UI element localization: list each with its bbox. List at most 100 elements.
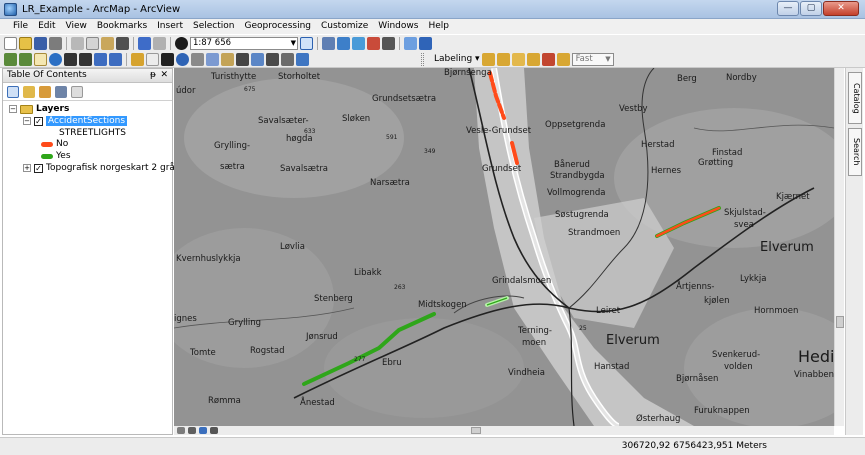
pan-hand-icon[interactable] bbox=[34, 52, 47, 66]
collapse-icon[interactable]: − bbox=[9, 105, 17, 113]
menu-customize[interactable]: Customize bbox=[316, 19, 373, 34]
toolbar-separator bbox=[133, 36, 134, 50]
python-window-icon[interactable] bbox=[382, 36, 395, 50]
menu-geoprocessing[interactable]: Geoprocessing bbox=[239, 19, 316, 34]
table-of-contents-panel: Table Of Contents ᵽ ✕ − Layers − ✓ Accid… bbox=[2, 68, 195, 435]
hyperlink-icon[interactable] bbox=[191, 52, 204, 66]
collapse-icon[interactable]: − bbox=[23, 117, 31, 125]
back-extent-icon[interactable] bbox=[94, 52, 107, 66]
chevron-down-icon[interactable]: ▼ bbox=[291, 38, 296, 49]
layer-row-accident-sections[interactable]: − ✓ AccidentSections bbox=[23, 115, 128, 127]
close-panel-icon[interactable]: ✕ bbox=[160, 69, 168, 82]
label-manager-icon[interactable] bbox=[481, 52, 495, 66]
select-features-icon[interactable] bbox=[131, 52, 144, 66]
auto-hide-pin-icon[interactable]: ᵽ bbox=[150, 69, 156, 82]
paste-icon[interactable] bbox=[101, 36, 114, 50]
html-popup-icon[interactable] bbox=[206, 52, 219, 66]
label-weight-icon[interactable] bbox=[556, 52, 570, 66]
menu-windows[interactable]: Windows bbox=[373, 19, 423, 34]
refresh-icon[interactable] bbox=[199, 427, 207, 434]
map-vertical-scrollbar[interactable] bbox=[834, 68, 844, 426]
model-builder-icon[interactable] bbox=[404, 36, 417, 50]
minimize-button[interactable]: — bbox=[777, 1, 799, 16]
maximize-button[interactable]: ▢ bbox=[800, 1, 822, 16]
map-display[interactable]: Turisthytte Storholtet údor Bjørnsenga B… bbox=[174, 68, 834, 426]
pause-labeling-icon[interactable] bbox=[511, 52, 525, 66]
toc-options-icon[interactable] bbox=[71, 85, 83, 98]
layout-view-icon[interactable] bbox=[177, 427, 185, 434]
place-label: høgda bbox=[286, 134, 313, 144]
find-binoculars-icon[interactable] bbox=[236, 52, 249, 66]
layer-name[interactable]: Topografisk norgeskart 2 gråtone bbox=[46, 163, 195, 173]
add-data-icon[interactable] bbox=[175, 36, 188, 50]
zoom-in-icon[interactable] bbox=[4, 52, 17, 66]
new-document-icon[interactable] bbox=[4, 36, 17, 50]
menu-insert[interactable]: Insert bbox=[152, 19, 188, 34]
place-label: Grindalsmoen bbox=[492, 276, 552, 286]
create-viewer-icon[interactable] bbox=[296, 52, 309, 66]
search-tab[interactable]: Search bbox=[848, 128, 862, 176]
time-slider-icon[interactable] bbox=[281, 52, 294, 66]
close-window-button[interactable]: ✕ bbox=[823, 1, 859, 16]
go-to-xy-icon[interactable] bbox=[266, 52, 279, 66]
layer-name[interactable]: AccidentSections bbox=[46, 116, 128, 126]
menu-selection[interactable]: Selection bbox=[188, 19, 239, 34]
list-by-drawing-order-icon[interactable] bbox=[7, 85, 19, 98]
identify-icon[interactable] bbox=[176, 52, 189, 66]
legend-item-no[interactable]: No bbox=[41, 138, 68, 150]
map-scale-combo[interactable]: 1:87 656 ▼ bbox=[190, 36, 298, 50]
search-window-icon[interactable] bbox=[352, 36, 365, 50]
menu-help[interactable]: Help bbox=[423, 19, 454, 34]
select-elements-arrow-icon[interactable] bbox=[161, 52, 174, 66]
list-by-source-icon[interactable] bbox=[23, 85, 35, 98]
layers-data-frame-row[interactable]: − Layers bbox=[9, 103, 69, 115]
list-by-visibility-icon[interactable] bbox=[39, 85, 51, 98]
editor-toolbar-icon[interactable] bbox=[300, 36, 313, 50]
layer-visibility-checkbox[interactable]: ✓ bbox=[34, 116, 43, 126]
lock-labels-icon[interactable] bbox=[496, 52, 510, 66]
table-of-contents-icon[interactable] bbox=[322, 36, 335, 50]
arctoolbox-icon[interactable] bbox=[367, 36, 380, 50]
catalog-window-icon[interactable] bbox=[337, 36, 350, 50]
catalog-tab[interactable]: Catalog bbox=[848, 72, 862, 124]
menu-file[interactable]: File bbox=[8, 19, 33, 34]
undo-icon[interactable] bbox=[138, 36, 151, 50]
place-label: Furuknappen bbox=[694, 406, 750, 416]
cut-icon[interactable] bbox=[71, 36, 84, 50]
labeling-menu[interactable]: Labeling ▾ bbox=[434, 54, 480, 64]
expand-icon[interactable]: + bbox=[23, 164, 31, 172]
toolbar-grip[interactable] bbox=[421, 52, 424, 66]
layer-row-basemap[interactable]: + ✓ Topografisk norgeskart 2 gråtone bbox=[23, 162, 195, 174]
forward-extent-icon[interactable] bbox=[109, 52, 122, 66]
layer-visibility-checkbox[interactable]: ✓ bbox=[34, 163, 43, 173]
list-by-selection-icon[interactable] bbox=[55, 85, 67, 98]
fixed-zoom-in-icon[interactable] bbox=[64, 52, 77, 66]
toc-header: Table Of Contents ᵽ ✕ bbox=[3, 69, 172, 83]
fixed-zoom-out-icon[interactable] bbox=[79, 52, 92, 66]
whats-this-help-icon[interactable] bbox=[419, 36, 432, 50]
zoom-out-icon[interactable] bbox=[19, 52, 32, 66]
delete-icon[interactable] bbox=[116, 36, 129, 50]
legend-item-yes[interactable]: Yes bbox=[41, 150, 71, 162]
place-label: Grøtting bbox=[698, 158, 734, 168]
data-view-icon[interactable] bbox=[188, 427, 196, 434]
label-priority-icon[interactable] bbox=[541, 52, 555, 66]
measure-icon[interactable] bbox=[221, 52, 234, 66]
pause-drawing-icon[interactable] bbox=[210, 427, 218, 434]
chevron-down-icon[interactable]: ▼ bbox=[605, 54, 610, 65]
menu-view[interactable]: View bbox=[61, 19, 92, 34]
full-extent-icon[interactable] bbox=[49, 52, 62, 66]
print-icon[interactable] bbox=[49, 36, 62, 50]
label-quality-select[interactable]: Fast ▼ bbox=[571, 52, 614, 66]
clear-selection-icon[interactable] bbox=[146, 52, 159, 66]
find-route-icon[interactable] bbox=[251, 52, 264, 66]
save-icon[interactable] bbox=[34, 36, 47, 50]
menu-bookmarks[interactable]: Bookmarks bbox=[92, 19, 152, 34]
open-folder-icon[interactable] bbox=[19, 36, 32, 50]
view-unplaced-labels-icon[interactable] bbox=[526, 52, 540, 66]
copy-icon[interactable] bbox=[86, 36, 99, 50]
scrollbar-thumb[interactable] bbox=[836, 316, 844, 328]
horizontal-scrollbar-thumb[interactable] bbox=[471, 427, 481, 434]
redo-icon[interactable] bbox=[153, 36, 166, 50]
menu-edit[interactable]: Edit bbox=[33, 19, 60, 34]
